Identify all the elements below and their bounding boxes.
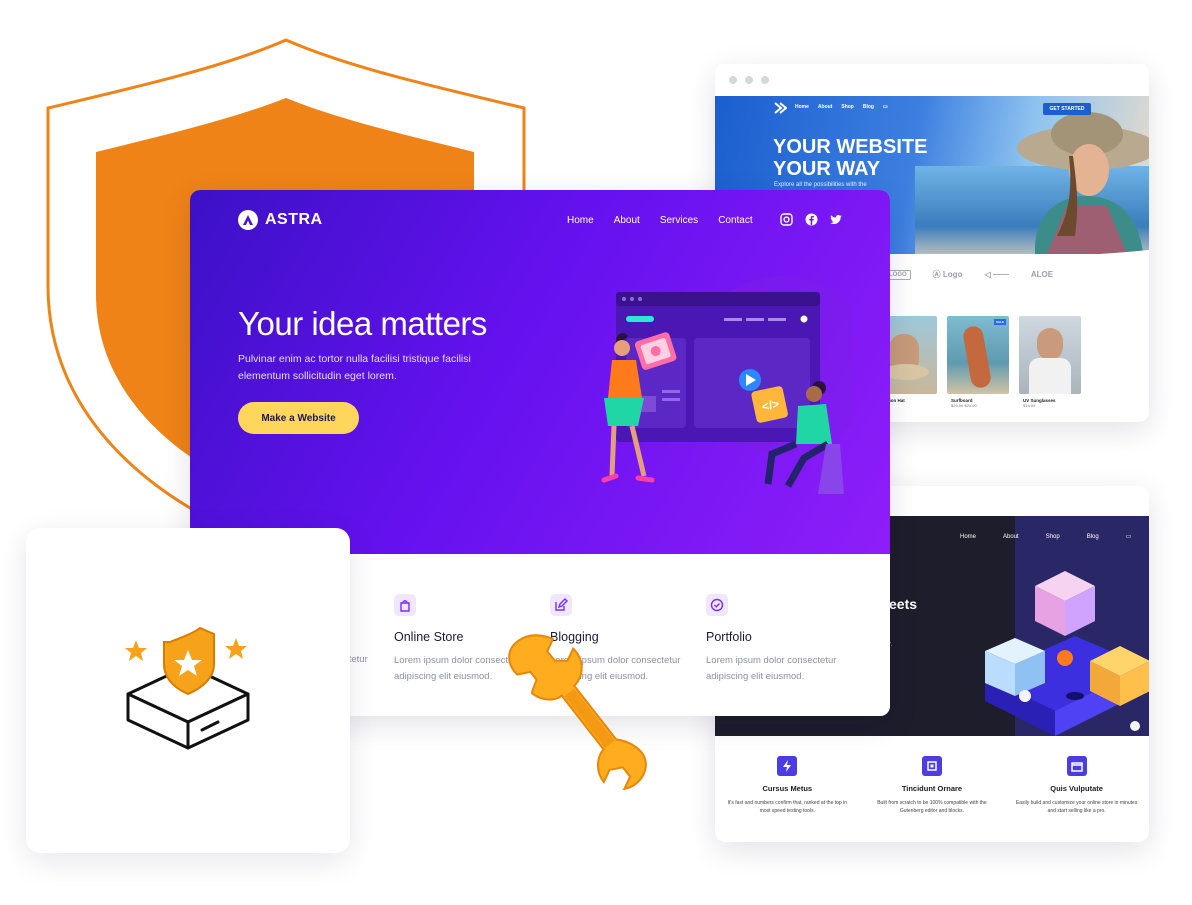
- shop-hero-title: YOUR WEBSITE YOUR WAY: [773, 136, 928, 180]
- cart-icon[interactable]: ▭: [883, 104, 888, 110]
- hero-title: Your idea matters: [238, 305, 487, 342]
- client-logos: LOGO Ⓐ Logo ◁ —— ALOE: [885, 269, 1053, 280]
- client-logo-4: ALOE: [1030, 270, 1054, 279]
- get-started-button[interactable]: GET STARTED: [1043, 103, 1091, 115]
- chip-icon: [921, 756, 942, 776]
- tech-hero-title: eets: [889, 596, 918, 612]
- shop-hero-subtitle: Explore all the possibilities with the: [774, 182, 867, 188]
- astra-logo[interactable]: ASTRA: [238, 210, 323, 230]
- badge-check-icon: [706, 594, 728, 616]
- product-grid: Fashion Hat SALE Surfboard $29.00 $20.00…: [875, 316, 1081, 408]
- feature-item: Quis Vulputate Easily build and customiz…: [1004, 756, 1149, 815]
- make-website-button[interactable]: Make a Website: [238, 402, 359, 434]
- tech-nav: Home About Shop Blog ▭: [960, 533, 1132, 541]
- nav-about[interactable]: About: [614, 215, 640, 226]
- facebook-icon[interactable]: [805, 213, 818, 226]
- twitter-icon[interactable]: [830, 213, 843, 226]
- bag-icon: [394, 594, 416, 616]
- wrench-icon: [508, 634, 647, 791]
- store-icon: [1066, 756, 1087, 776]
- lightning-icon: [777, 756, 798, 776]
- isometric-blocks: [985, 571, 1149, 736]
- astra-logo-icon: [238, 210, 258, 230]
- feature-item: Tincidunt Ornare Built from scratch to b…: [860, 756, 1005, 815]
- shop-nav-about[interactable]: About: [818, 104, 832, 110]
- tech-features: Cursus Metus It's fast and numbers confi…: [715, 756, 1149, 815]
- shop-nav: Home About Shop Blog ▭: [795, 104, 888, 110]
- client-logo-2: Ⓐ Logo: [932, 270, 963, 279]
- hero-description: Pulvinar enim ac tortor nulla facilisi t…: [238, 353, 471, 382]
- tech-nav-home[interactable]: Home: [960, 534, 976, 540]
- nav-contact[interactable]: Contact: [718, 215, 752, 226]
- instagram-icon[interactable]: [780, 213, 793, 226]
- feature-badge-card: [26, 528, 350, 853]
- client-logo-3: ◁ ——: [984, 270, 1009, 279]
- shop-nav-blog[interactable]: Blog: [863, 104, 874, 110]
- social-links: [780, 213, 843, 226]
- starred-box-icon: [125, 626, 250, 750]
- product-card[interactable]: UV Sunglasses $14.00: [1019, 316, 1081, 408]
- product-card[interactable]: SALE Surfboard $29.00 $20.00: [947, 316, 1009, 408]
- astra-hero: ASTRA Home About Services Contact Your i…: [190, 190, 890, 554]
- hero-illustration: </>: [601, 276, 852, 494]
- cart-icon[interactable]: ▭: [1126, 533, 1132, 540]
- feature-item: Cursus Metus It's fast and numbers confi…: [715, 756, 860, 815]
- nav-services[interactable]: Services: [660, 215, 698, 226]
- service-portfolio[interactable]: Portfolio Lorem ipsum dolor consectetur …: [706, 594, 866, 685]
- tech-nav-about[interactable]: About: [1003, 534, 1019, 540]
- hero-photo: [1017, 112, 1149, 254]
- window-controls: [715, 64, 1149, 96]
- shop-nav-shop[interactable]: Shop: [841, 104, 854, 110]
- sale-badge: SALE: [993, 319, 1006, 325]
- nav-home[interactable]: Home: [567, 215, 594, 226]
- tech-nav-blog[interactable]: Blog: [1087, 534, 1099, 540]
- brand-name: ASTRA: [265, 211, 323, 228]
- tech-nav-shop[interactable]: Shop: [1046, 534, 1060, 540]
- shop-nav-home[interactable]: Home: [795, 104, 809, 110]
- main-nav: Home About Services Contact: [567, 215, 753, 226]
